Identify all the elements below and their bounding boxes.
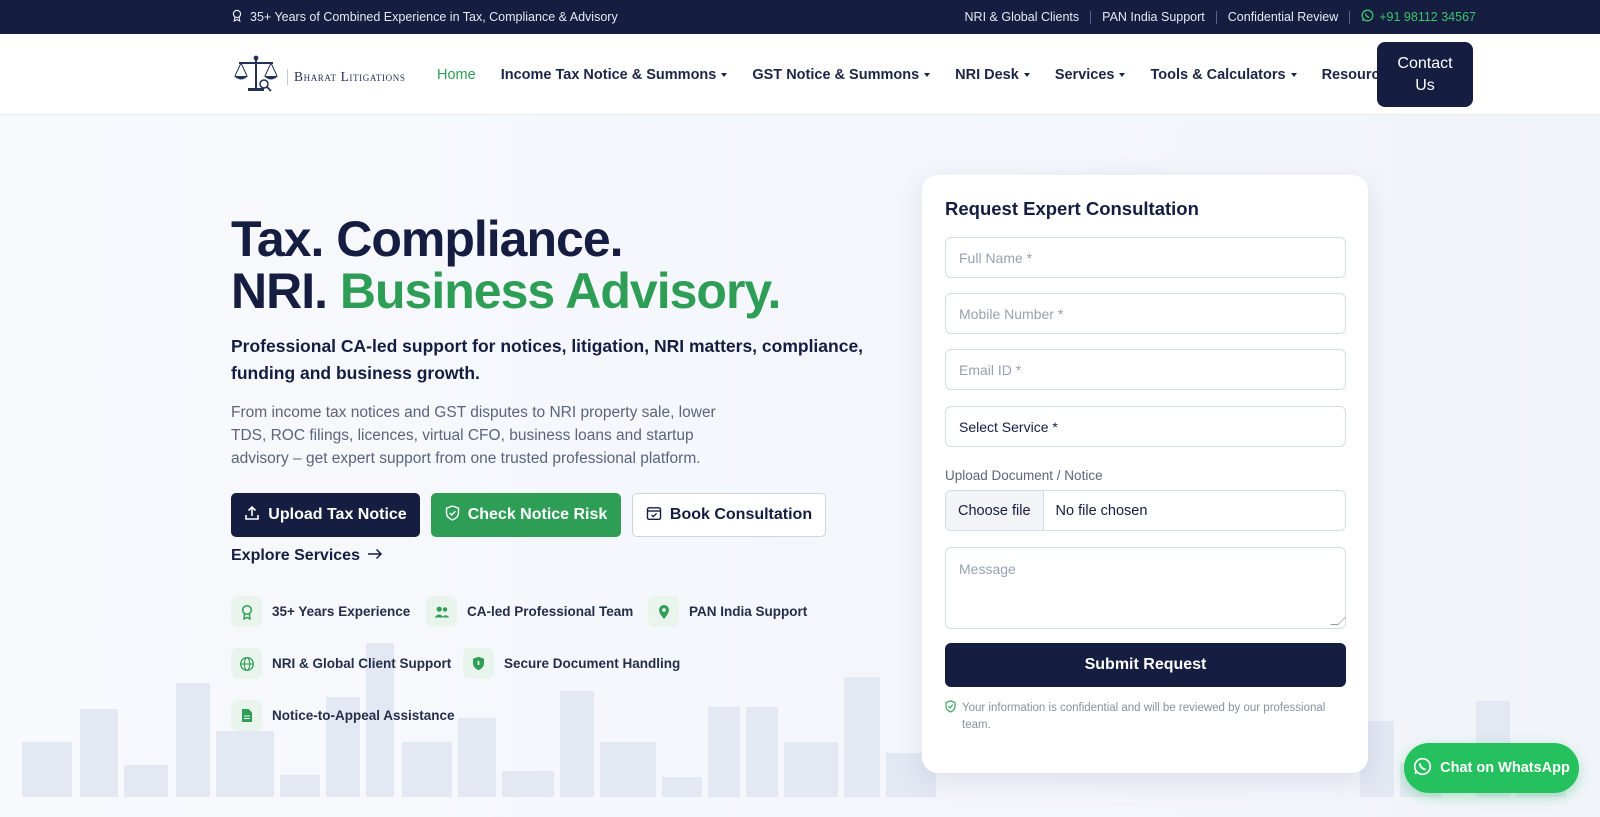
chevron-down-icon xyxy=(924,72,931,77)
nav-nri-desk-label: NRI Desk xyxy=(955,66,1019,83)
email-field[interactable]: Email ID * xyxy=(945,349,1346,390)
logo-wordmark: Bharat Litigations xyxy=(287,68,405,85)
feature-nri-global-label: NRI & Global Client Support xyxy=(272,656,452,671)
nav-tools-label: Tools & Calculators xyxy=(1150,66,1286,83)
hero-heading: Tax. Compliance. NRI. Business Advisory. xyxy=(231,211,781,319)
whatsapp-icon xyxy=(1361,9,1374,25)
calendar-icon xyxy=(646,505,662,526)
message-placeholder: Message xyxy=(959,561,1016,577)
hero-heading-line1: Tax. Compliance. xyxy=(231,211,624,267)
location-icon xyxy=(648,596,679,627)
nav-services[interactable]: Services xyxy=(1055,67,1126,83)
upload-tax-notice-button[interactable]: Upload Tax Notice xyxy=(231,493,420,537)
arrow-right-icon xyxy=(367,547,383,565)
nav-home-label: Home xyxy=(437,66,476,83)
choose-file-button[interactable]: Choose file xyxy=(946,491,1044,530)
feature-experience: 35+ Years Experience xyxy=(231,596,410,627)
nav-gst-label: GST Notice & Summons xyxy=(752,66,920,83)
feature-secure-documents-label: Secure Document Handling xyxy=(504,656,681,671)
upload-document-label: Upload Document / Notice xyxy=(945,468,1103,483)
nav-income-tax-notice[interactable]: Income Tax Notice & Summons xyxy=(501,67,728,83)
feature-secure-documents: Secure Document Handling xyxy=(463,648,680,679)
submit-request-button[interactable]: Submit Request xyxy=(945,643,1346,687)
explore-services-label: Explore Services xyxy=(231,547,360,564)
chevron-down-icon xyxy=(1119,72,1126,77)
nav-gst-notice[interactable]: GST Notice & Summons xyxy=(752,66,931,83)
feature-ca-team-label: CA-led Professional Team xyxy=(467,604,634,619)
whatsapp-phone-link[interactable]: +91 98112 34567 xyxy=(1350,9,1476,25)
whatsapp-icon xyxy=(1413,757,1432,780)
award-icon xyxy=(231,9,243,25)
upload-icon xyxy=(244,505,260,526)
site-logo[interactable]: Bharat Litigations xyxy=(231,54,405,99)
award-icon xyxy=(231,596,262,627)
mobile-number-field[interactable]: Mobile Number * xyxy=(945,293,1346,334)
topbar-link-nri[interactable]: NRI & Global Clients xyxy=(954,10,1091,24)
main-navigation: Home Income Tax Notice & Summons GST Not… xyxy=(437,34,1407,115)
topbar-link-pan-india[interactable]: PAN India Support xyxy=(1091,10,1216,24)
feature-notice-appeal-label: Notice-to-Appeal Assistance xyxy=(272,708,455,723)
book-consultation-label: Book Consultation xyxy=(669,506,813,523)
feature-nri-global: NRI & Global Client Support xyxy=(231,648,451,679)
privacy-note: Your information is confidential and wil… xyxy=(945,700,1346,734)
consultation-form-card: Request Expert Consultation Full Name * … xyxy=(922,175,1368,773)
site-header: Bharat Litigations Home Income Tax Notic… xyxy=(0,34,1600,115)
experience-info: 35+ Years of Combined Experience in Tax,… xyxy=(231,0,618,34)
nav-tools-calculators[interactable]: Tools & Calculators xyxy=(1150,66,1297,83)
nav-nri-desk[interactable]: NRI Desk xyxy=(955,67,1030,83)
nav-services-label: Services xyxy=(1054,66,1115,83)
scales-of-justice-icon xyxy=(231,54,281,99)
check-notice-risk-button[interactable]: Check Notice Risk xyxy=(431,493,621,537)
feature-experience-label: 35+ Years Experience xyxy=(272,604,411,619)
check-notice-risk-label: Check Notice Risk xyxy=(467,506,608,523)
feature-pan-india: PAN India Support xyxy=(648,596,807,627)
book-consultation-button[interactable]: Book Consultation xyxy=(632,493,826,537)
chevron-down-icon xyxy=(1023,72,1030,77)
service-select[interactable]: Select Service * xyxy=(945,406,1346,447)
top-info-bar: 35+ Years of Combined Experience in Tax,… xyxy=(0,0,1600,34)
file-status: No file chosen xyxy=(1055,502,1148,519)
shield-check-icon xyxy=(445,504,460,526)
hero-heading-highlight: Business Advisory. xyxy=(339,263,781,319)
shield-check-icon xyxy=(945,700,956,734)
resize-handle-icon[interactable] xyxy=(1330,617,1346,625)
hero-heading-line2: NRI. Business Advisory. xyxy=(231,263,781,319)
feature-notice-appeal: Notice-to-Appeal Assistance xyxy=(231,700,455,731)
file-upload-input[interactable]: Choose file No file chosen xyxy=(945,490,1346,531)
document-icon xyxy=(231,700,262,731)
chevron-down-icon xyxy=(721,72,728,77)
whatsapp-chat-button[interactable]: Chat on WhatsApp xyxy=(1404,743,1579,793)
contact-us-button[interactable]: Contact Us xyxy=(1377,42,1473,107)
hero-heading-nri: NRI. xyxy=(231,263,340,319)
upload-tax-notice-label: Upload Tax Notice xyxy=(268,506,407,523)
shield-icon xyxy=(463,648,494,679)
feature-pan-india-label: PAN India Support xyxy=(689,604,808,619)
feature-ca-team: CA-led Professional Team xyxy=(426,596,633,627)
hero-description: From income tax notices and GST disputes… xyxy=(231,404,716,467)
form-title: Request Expert Consultation xyxy=(945,198,1199,219)
chevron-down-icon xyxy=(1290,72,1297,77)
nav-home[interactable]: Home xyxy=(437,67,476,83)
full-name-field[interactable]: Full Name * xyxy=(945,237,1346,278)
whatsapp-chat-label: Chat on WhatsApp xyxy=(1440,760,1570,776)
topbar-link-confidential[interactable]: Confidential Review xyxy=(1217,10,1349,24)
phone-number: +91 98112 34567 xyxy=(1379,10,1476,24)
team-icon xyxy=(426,596,457,627)
experience-text: 35+ Years of Combined Experience in Tax,… xyxy=(250,10,618,24)
hero-lead: Professional CA-led support for notices,… xyxy=(231,336,864,383)
message-field[interactable]: Message xyxy=(945,547,1346,629)
globe-icon xyxy=(231,648,262,679)
nav-income-tax-label: Income Tax Notice & Summons xyxy=(500,66,717,83)
privacy-note-text: Your information is confidential and wil… xyxy=(962,702,1326,731)
explore-services-link[interactable]: Explore Services xyxy=(231,547,383,565)
